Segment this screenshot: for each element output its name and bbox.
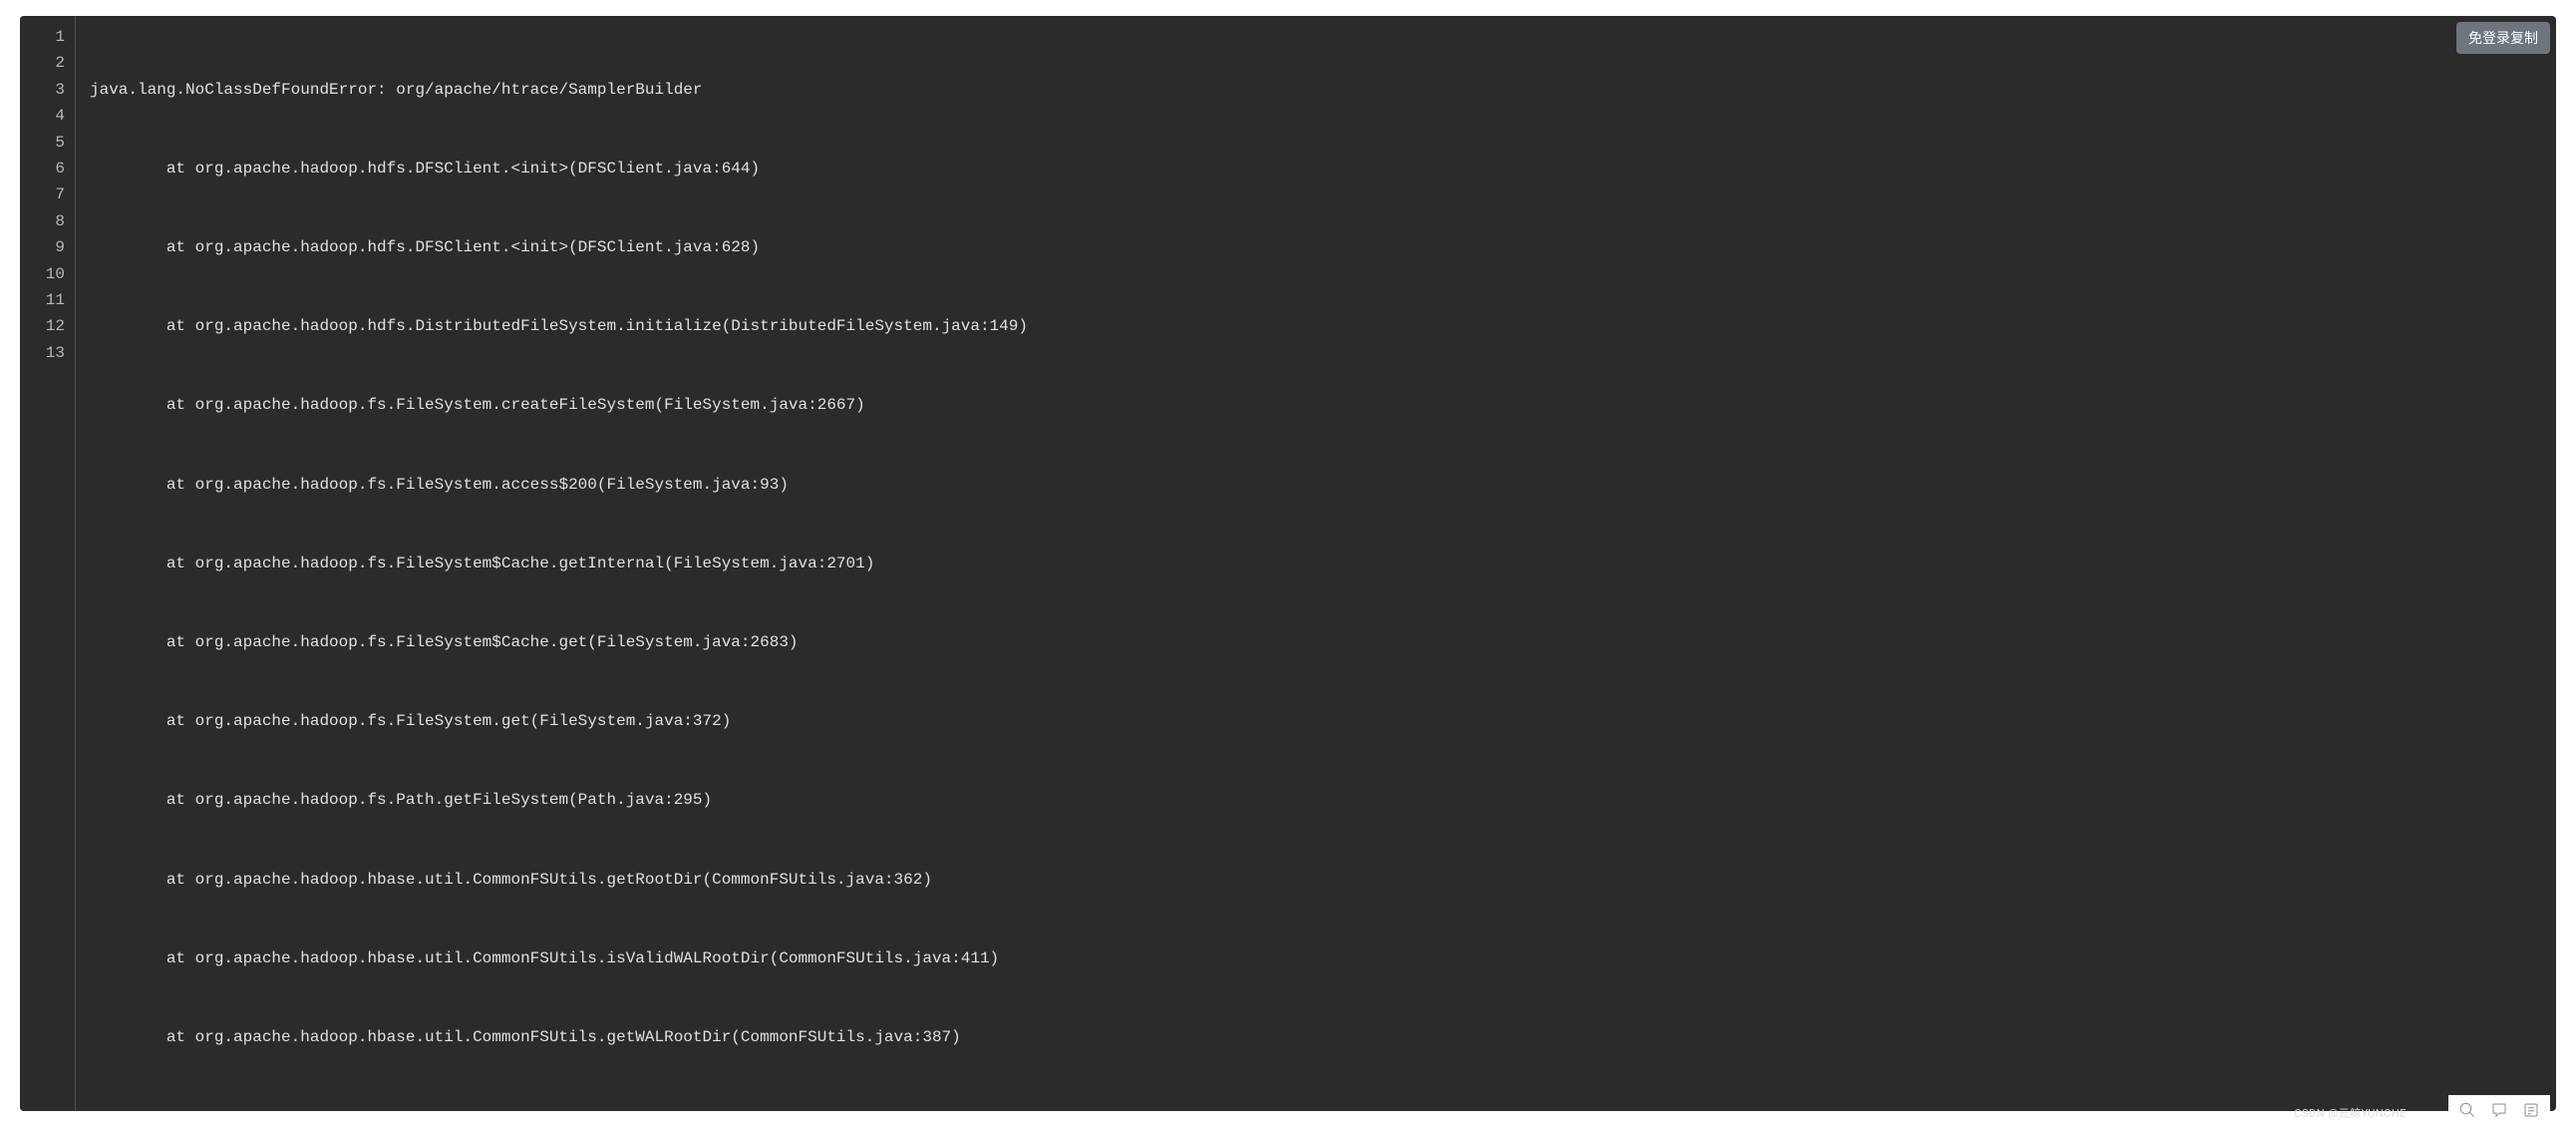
line-number: 2 <box>34 50 65 76</box>
floating-toolbar <box>2448 1095 2550 1125</box>
code-line: java.lang.NoClassDefFoundError: org/apac… <box>90 77 2542 103</box>
line-number-gutter: 1 2 3 4 5 6 7 8 9 10 11 12 13 <box>20 16 76 1111</box>
code-line: at org.apache.hadoop.fs.FileSystem.creat… <box>90 392 2542 418</box>
line-number: 8 <box>34 208 65 234</box>
line-number: 5 <box>34 130 65 156</box>
code-line: at org.apache.hadoop.hdfs.DFSClient.<ini… <box>90 156 2542 182</box>
search-icon[interactable] <box>2456 1099 2478 1121</box>
code-line: at org.apache.hadoop.hdfs.DFSClient.<ini… <box>90 234 2542 260</box>
line-number: 13 <box>34 340 65 366</box>
code-line: at org.apache.hadoop.hbase.util.CommonFS… <box>90 867 2542 893</box>
line-number: 3 <box>34 77 65 103</box>
code-line: at org.apache.hadoop.fs.FileSystem$Cache… <box>90 551 2542 576</box>
line-number: 10 <box>34 261 65 287</box>
line-number: 12 <box>34 313 65 339</box>
line-number: 6 <box>34 156 65 182</box>
code-line: at org.apache.hadoop.fs.Path.getFileSyst… <box>90 787 2542 813</box>
line-number: 9 <box>34 234 65 260</box>
code-line: at org.apache.hadoop.fs.FileSystem.acces… <box>90 472 2542 498</box>
watermark-text: CSDN @云鲸YUNCHE <box>2294 1105 2407 1121</box>
code-line: at org.apache.hadoop.fs.FileSystem$Cache… <box>90 629 2542 655</box>
code-line: at org.apache.hadoop.hbase.util.CommonFS… <box>90 945 2542 971</box>
line-number: 7 <box>34 182 65 207</box>
line-number: 4 <box>34 103 65 129</box>
line-number: 11 <box>34 287 65 313</box>
comment-icon[interactable] <box>2488 1099 2510 1121</box>
code-line: at org.apache.hadoop.hdfs.DistributedFil… <box>90 313 2542 339</box>
notes-icon[interactable] <box>2520 1099 2542 1121</box>
line-number: 1 <box>34 24 65 50</box>
code-block: 1 2 3 4 5 6 7 8 9 10 11 12 13 java.lang.… <box>20 16 2556 1111</box>
code-line: at org.apache.hadoop.hbase.util.CommonFS… <box>90 1024 2542 1050</box>
code-line: at org.apache.hadoop.fs.FileSystem.get(F… <box>90 708 2542 734</box>
code-content[interactable]: java.lang.NoClassDefFoundError: org/apac… <box>76 16 2556 1111</box>
copy-button[interactable]: 免登录复制 <box>2456 22 2550 54</box>
